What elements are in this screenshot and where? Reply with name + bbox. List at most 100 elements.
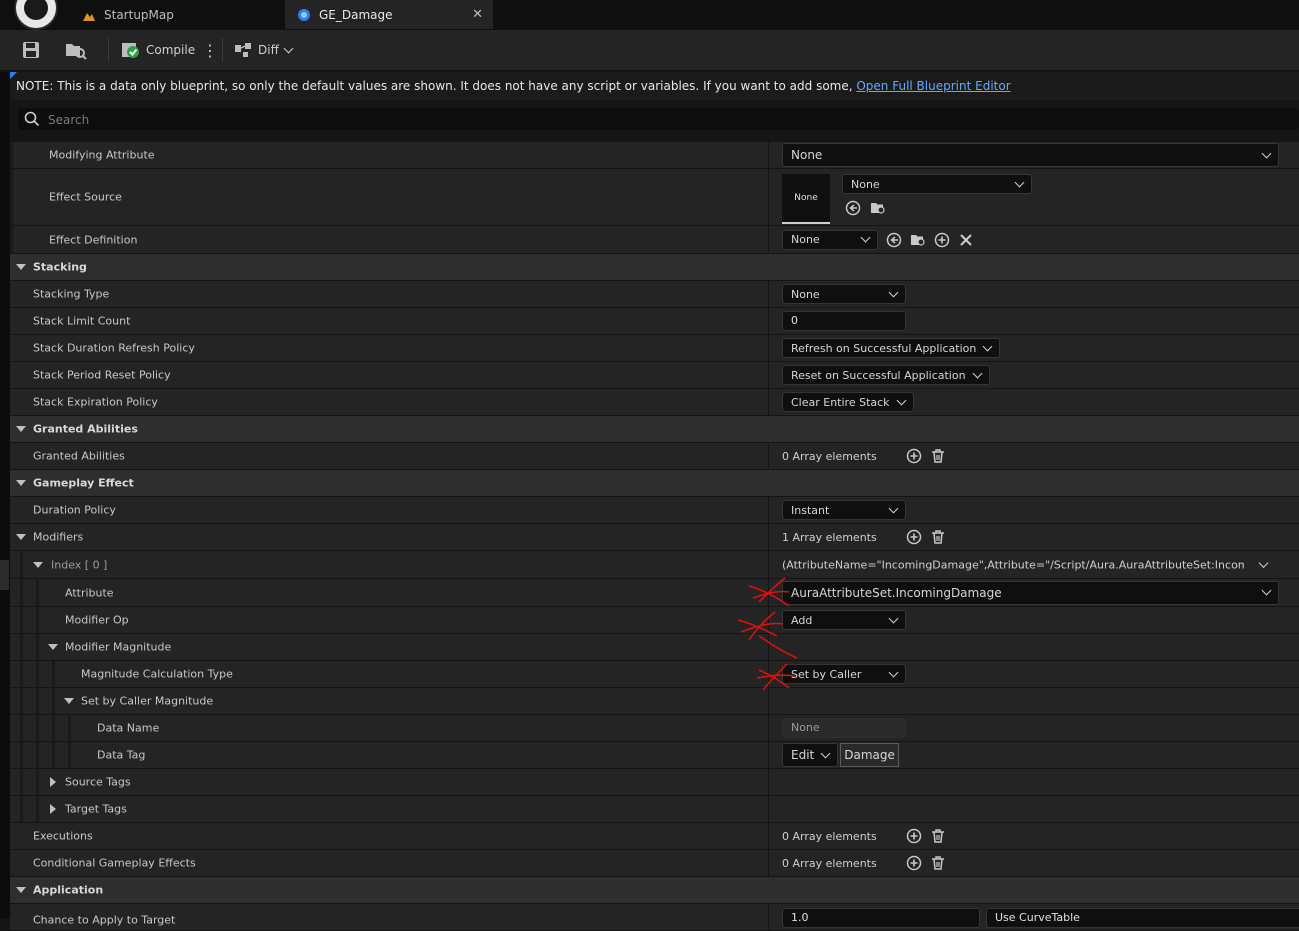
- tab-label: StartupMap: [104, 7, 174, 22]
- add-icon[interactable]: [934, 232, 950, 248]
- unreal-logo-icon[interactable]: [14, 0, 58, 30]
- effect-source-combo[interactable]: None: [842, 174, 1032, 194]
- expand-arrow-icon[interactable]: [16, 534, 26, 540]
- trash-icon[interactable]: [930, 529, 946, 545]
- property-label: Set by Caller Magnitude: [81, 694, 214, 708]
- chevron-down-icon: [1014, 177, 1025, 187]
- curve-table-picker[interactable]: Use CurveTable: [986, 908, 1299, 928]
- row-modifying-attribute: Modifying Attribute None: [10, 142, 1299, 169]
- chevron-down-icon[interactable]: [1258, 558, 1269, 568]
- note-corner-marker: [10, 72, 17, 79]
- diff-button[interactable]: Diff: [234, 38, 294, 62]
- row-stack-period-reset-policy: Stack Period Reset Policy Reset on Succe…: [10, 362, 1299, 389]
- trash-icon[interactable]: [930, 448, 946, 464]
- collapsed-arrow-icon[interactable]: [50, 804, 56, 814]
- property-label: Effect Source: [49, 190, 122, 204]
- chevron-down-icon: [1261, 585, 1272, 596]
- chance-to-apply-input[interactable]: 1.0: [782, 908, 980, 928]
- property-label: Granted Abilities: [33, 449, 125, 463]
- toolbar: Compile ⋮ Diff: [0, 30, 1299, 71]
- expand-arrow-icon[interactable]: [48, 644, 58, 650]
- stacking-type-combo[interactable]: None: [782, 284, 906, 304]
- chevron-down-icon: [888, 287, 899, 297]
- magnitude-calc-type-combo[interactable]: Set by Caller: [782, 664, 906, 684]
- collapsed-arrow-icon[interactable]: [50, 777, 56, 787]
- tab-startupmap[interactable]: StartupMap: [70, 0, 280, 29]
- tab-label: GE_Damage: [319, 7, 393, 22]
- diff-icon: [235, 43, 251, 57]
- note-text: NOTE: This is a data only blueprint, so …: [16, 79, 857, 93]
- category-application[interactable]: Application: [10, 877, 1299, 904]
- data-name-input[interactable]: None: [782, 718, 906, 738]
- row-data-tag: Data Tag Edit Damage: [10, 742, 1299, 769]
- category-label: Granted Abilities: [33, 422, 138, 436]
- duration-policy-combo[interactable]: Instant: [782, 500, 906, 520]
- attribute-combo[interactable]: AuraAttributeSet.IncomingDamage: [782, 580, 1279, 605]
- tab-ge-damage[interactable]: GE_Damage ✕: [285, 0, 493, 29]
- trash-icon[interactable]: [930, 828, 946, 844]
- expand-arrow-icon[interactable]: [16, 887, 26, 893]
- expand-arrow-icon[interactable]: [16, 264, 26, 270]
- browse-folder-icon[interactable]: [910, 232, 926, 248]
- property-label: Modifier Magnitude: [65, 640, 172, 654]
- expand-arrow-icon[interactable]: [16, 480, 26, 486]
- compile-options-button[interactable]: ⋮: [202, 38, 218, 62]
- stack-limit-count-input[interactable]: 0: [782, 311, 906, 331]
- add-element-icon[interactable]: [906, 448, 922, 464]
- close-icon[interactable]: ✕: [472, 7, 483, 22]
- row-executions: Executions 0 Array elements: [10, 823, 1299, 850]
- chevron-down-icon: [860, 232, 871, 243]
- stack-period-reset-combo[interactable]: Reset on Successful Application: [782, 365, 990, 385]
- property-label: Modifiers: [33, 530, 84, 544]
- property-label: Duration Policy: [33, 503, 116, 517]
- stack-duration-refresh-combo[interactable]: Refresh on Successful Application: [782, 338, 1001, 358]
- add-element-icon[interactable]: [906, 855, 922, 871]
- red-scribble-annotation: [756, 663, 796, 691]
- property-label: Modifier Op: [65, 613, 129, 627]
- open-full-blueprint-editor-link[interactable]: Open Full Blueprint Editor: [856, 79, 1010, 93]
- property-label: Conditional Gameplay Effects: [33, 856, 196, 870]
- browse-button[interactable]: [64, 38, 88, 62]
- left-panel-strip: [0, 72, 10, 918]
- details-search[interactable]: [18, 108, 1299, 130]
- expand-arrow-icon[interactable]: [16, 426, 26, 432]
- blueprint-icon: [297, 8, 311, 22]
- expand-arrow-icon[interactable]: [33, 561, 43, 568]
- search-icon: [24, 111, 40, 130]
- property-label: Source Tags: [65, 775, 131, 789]
- use-selected-icon[interactable]: [845, 200, 861, 216]
- category-granted-abilities[interactable]: Granted Abilities: [10, 416, 1299, 443]
- stack-expiration-combo[interactable]: Clear Entire Stack: [782, 392, 914, 412]
- row-modifier-index-0: Index [ 0 ] (AttributeName="IncomingDama…: [10, 551, 1299, 579]
- red-scribble-annotation: [748, 577, 790, 607]
- browse-folder-icon[interactable]: [870, 200, 886, 216]
- category-stacking[interactable]: Stacking: [10, 254, 1299, 281]
- compile-button[interactable]: Compile: [120, 38, 195, 62]
- property-label: Stack Limit Count: [33, 314, 131, 328]
- save-button[interactable]: [22, 38, 40, 62]
- row-modifiers: Modifiers 1 Array elements: [10, 524, 1299, 551]
- add-element-icon[interactable]: [906, 529, 922, 545]
- asset-thumbnail[interactable]: None: [782, 174, 830, 224]
- array-count: 1 Array elements: [782, 530, 877, 544]
- row-stack-limit-count: Stack Limit Count 0: [10, 308, 1299, 335]
- trash-icon[interactable]: [930, 855, 946, 871]
- modifying-attribute-combo[interactable]: None: [782, 143, 1279, 167]
- clear-icon[interactable]: [958, 232, 974, 248]
- chevron-down-icon: [888, 503, 899, 513]
- use-selected-icon[interactable]: [886, 232, 902, 248]
- expand-arrow-icon[interactable]: [64, 698, 74, 704]
- chevron-down-icon: [888, 613, 899, 623]
- row-duration-policy: Duration Policy Instant: [10, 497, 1299, 524]
- property-label: Data Name: [97, 721, 160, 735]
- add-element-icon[interactable]: [906, 828, 922, 844]
- array-count: 0 Array elements: [782, 856, 877, 870]
- category-gameplay-effect[interactable]: Gameplay Effect: [10, 470, 1299, 497]
- effect-definition-combo[interactable]: None: [782, 229, 878, 250]
- tag-chip[interactable]: Damage: [840, 743, 899, 767]
- array-index-label: Index [ 0 ]: [51, 558, 108, 571]
- search-input[interactable]: [46, 110, 1250, 130]
- edit-tag-button[interactable]: Edit: [782, 743, 839, 767]
- row-source-tags: Source Tags: [10, 769, 1299, 796]
- diff-label: Diff: [258, 43, 279, 57]
